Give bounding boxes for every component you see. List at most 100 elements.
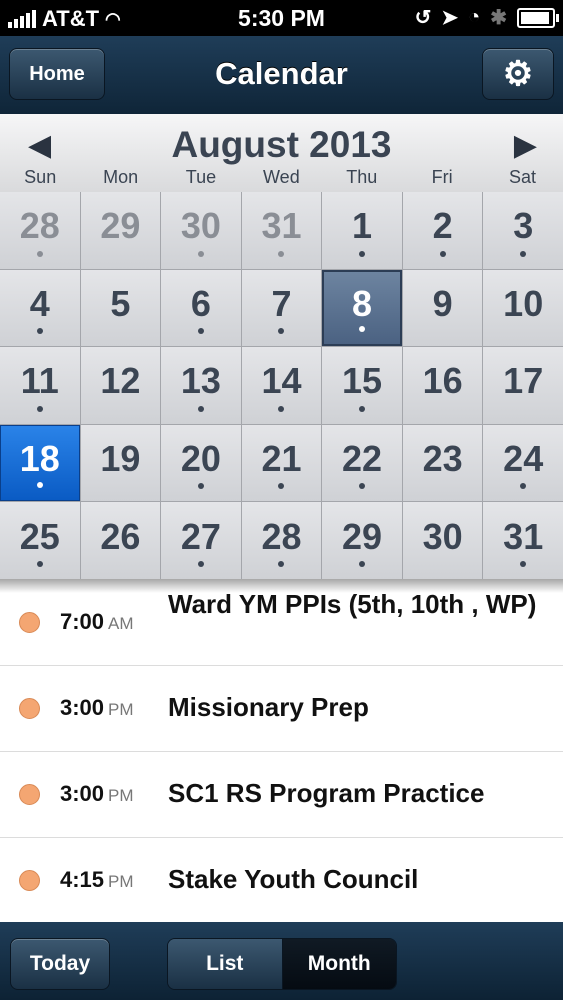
- calendar-day[interactable]: 9: [402, 269, 483, 347]
- calendar-day[interactable]: 23: [402, 424, 483, 502]
- day-number: 29: [100, 205, 141, 247]
- calendar-day[interactable]: 6: [161, 269, 241, 347]
- event-time: 4:15 PM: [60, 867, 134, 893]
- event-row[interactable]: 3:00 PM Missionary Prep: [0, 665, 563, 752]
- day-number: 25: [19, 515, 60, 557]
- calendar-day[interactable]: 29: [80, 192, 161, 269]
- day-number: 1: [352, 205, 373, 247]
- event-indicator-dot: [359, 483, 366, 490]
- weekday-label: Thu: [346, 167, 378, 187]
- event-indicator-dot: [36, 405, 43, 412]
- alarm-icon: ◔: [468, 6, 481, 28]
- event-indicator-dot: [520, 250, 527, 257]
- day-number: 29: [342, 515, 383, 557]
- list-view-button[interactable]: List: [168, 939, 283, 989]
- day-number: 8: [352, 282, 373, 324]
- calendar-day[interactable]: 17: [483, 347, 563, 424]
- event-time-value: 4:15: [60, 867, 105, 892]
- calendar-day[interactable]: 15: [322, 347, 402, 424]
- calendar-day[interactable]: 7: [241, 269, 322, 347]
- month-view-button[interactable]: Month: [282, 939, 396, 989]
- event-indicator-dot: [278, 560, 285, 567]
- day-number: 7: [271, 282, 292, 324]
- calendar-day[interactable]: 19: [80, 424, 161, 502]
- calendar-day[interactable]: 30: [161, 192, 241, 269]
- calendar-day[interactable]: 27: [161, 502, 241, 579]
- event-ampm: PM: [108, 872, 134, 891]
- orientation-lock-icon: ↺: [414, 7, 432, 29]
- event-color-dot: [19, 612, 40, 633]
- event-color-dot: [19, 784, 40, 805]
- day-number: 18: [19, 438, 60, 480]
- event-row[interactable]: 7:00 AM Ward YM PPIs (5th, 10th , WP): [0, 579, 563, 666]
- calendar-day[interactable]: 16: [402, 347, 483, 424]
- event-indicator-dot: [520, 560, 527, 567]
- bluetooth-icon: ✱: [490, 7, 507, 29]
- day-number: 19: [100, 438, 141, 480]
- event-color-dot: [19, 698, 40, 719]
- page-title: Calendar: [215, 56, 348, 91]
- calendar-day[interactable]: 13: [161, 347, 241, 424]
- calendar-day[interactable]: 26: [80, 502, 161, 579]
- next-month-button[interactable]: ▶: [514, 128, 537, 163]
- calendar-day[interactable]: 20: [161, 424, 241, 502]
- event-indicator-dot: [278, 250, 285, 257]
- calendar-day[interactable]: 4: [0, 269, 80, 347]
- event-indicator-dot: [197, 405, 204, 412]
- weekday-label: Sat: [509, 167, 537, 187]
- location-icon: ➤: [441, 7, 459, 29]
- calendar-day-selected[interactable]: 8: [322, 269, 402, 347]
- calendar-day[interactable]: 11: [0, 347, 80, 424]
- calendar-day-today[interactable]: 18: [0, 424, 80, 502]
- day-number: 6: [190, 282, 211, 324]
- calendar-day[interactable]: 30: [402, 502, 483, 579]
- status-bar: AT&T ◠ 5:30 PM ↺ ➤ ◔ ✱: [0, 0, 563, 36]
- calendar-day[interactable]: 3: [483, 192, 563, 269]
- calendar-day[interactable]: 22: [322, 424, 402, 502]
- event-indicator-dot: [36, 250, 43, 257]
- event-row[interactable]: 3:00 PM SC1 RS Program Practice: [0, 751, 563, 838]
- nav-bar: Home Calendar ⚙: [0, 36, 563, 115]
- calendar-day[interactable]: 1: [322, 192, 402, 269]
- event-indicator-dot: [359, 250, 366, 257]
- calendar-day[interactable]: 31: [483, 502, 563, 579]
- event-indicator-dot: [278, 483, 285, 490]
- calendar-day[interactable]: 24: [483, 424, 563, 502]
- day-number: 2: [432, 205, 453, 247]
- day-number: 14: [261, 360, 302, 402]
- event-ampm: PM: [108, 700, 134, 719]
- day-number: 4: [29, 282, 50, 324]
- calendar-day[interactable]: 29: [322, 502, 402, 579]
- day-number: 24: [503, 438, 544, 480]
- calendar-day[interactable]: 5: [80, 269, 161, 347]
- event-indicator-dot: [520, 483, 527, 490]
- event-row[interactable]: 4:15 PM Stake Youth Council: [0, 837, 563, 924]
- calendar-day[interactable]: 10: [483, 269, 563, 347]
- day-number: 31: [261, 205, 302, 247]
- day-number: 5: [110, 282, 131, 324]
- calendar-day[interactable]: 28: [241, 502, 322, 579]
- event-time-value: 3:00: [60, 695, 105, 720]
- event-title: SC1 RS Program Practice: [168, 778, 485, 808]
- status-icons: ↺ ➤ ◔ ✱: [414, 5, 559, 30]
- event-indicator-dot: [439, 250, 446, 257]
- day-number: 22: [342, 438, 383, 480]
- event-list: 7:00 AM Ward YM PPIs (5th, 10th , WP) 3:00 P…: [0, 579, 563, 924]
- settings-button[interactable]: ⚙: [482, 48, 554, 100]
- calendar-day[interactable]: 21: [241, 424, 322, 502]
- event-indicator-dot: [359, 405, 366, 412]
- calendar-day[interactable]: 2: [402, 192, 483, 269]
- calendar-day[interactable]: 12: [80, 347, 161, 424]
- calendar-day[interactable]: 28: [0, 192, 80, 269]
- calendar-day[interactable]: 25: [0, 502, 80, 579]
- event-indicator-dot: [278, 328, 285, 335]
- day-number: 26: [100, 515, 141, 557]
- weekday-label: Mon: [103, 167, 139, 187]
- day-number: 12: [100, 360, 141, 402]
- day-number: 15: [342, 360, 383, 402]
- event-time-value: 3:00: [60, 781, 105, 806]
- weekday-label: Wed: [263, 167, 300, 187]
- calendar-day[interactable]: 31: [241, 192, 322, 269]
- today-button[interactable]: Today: [10, 938, 110, 990]
- calendar-day[interactable]: 14: [241, 347, 322, 424]
